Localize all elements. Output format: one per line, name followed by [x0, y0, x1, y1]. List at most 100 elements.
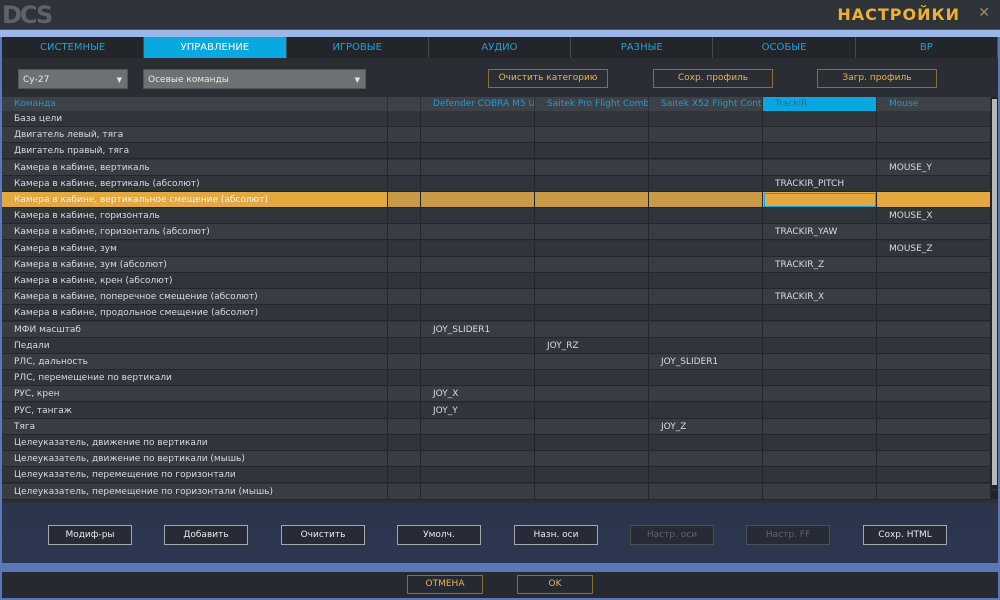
binding-cell[interactable] [421, 451, 535, 468]
table-row[interactable]: Камера в кабине, зум (абсолют) TRACKIR_Z [2, 256, 991, 273]
binding-cell[interactable] [421, 273, 535, 289]
table-row[interactable]: База цели [2, 111, 991, 127]
column-header[interactable]: Mouse [877, 97, 991, 111]
binding-cell[interactable] [877, 402, 991, 419]
binding-cell[interactable] [388, 111, 421, 127]
table-row[interactable]: РУС, тангаж JOY_Y [2, 402, 991, 419]
binding-cell[interactable] [535, 256, 649, 273]
action-button-1[interactable]: Добавить [164, 525, 248, 545]
binding-cell[interactable] [388, 127, 421, 144]
binding-cell[interactable] [877, 175, 991, 192]
binding-cell[interactable] [388, 337, 421, 354]
table-row[interactable]: Педали JOY_RZ [2, 337, 991, 354]
binding-cell[interactable] [421, 143, 535, 160]
binding-cell[interactable] [535, 208, 649, 225]
binding-cell[interactable] [877, 143, 991, 160]
binding-cell[interactable] [388, 192, 421, 208]
binding-cell[interactable] [649, 305, 763, 322]
clear-category-button[interactable]: Очистить категорию [488, 69, 608, 88]
binding-cell[interactable] [421, 337, 535, 354]
binding-cell[interactable]: JOY_SLIDER1 [421, 321, 535, 338]
binding-cell[interactable] [535, 386, 649, 403]
binding-cell[interactable] [649, 240, 763, 257]
binding-cell[interactable] [763, 370, 877, 387]
binding-cell[interactable]: MOUSE_Y [877, 159, 991, 176]
binding-cell[interactable] [388, 240, 421, 257]
binding-cell[interactable] [763, 143, 877, 160]
binding-cell[interactable] [649, 143, 763, 160]
action-button-0[interactable]: Модиф-ры [48, 525, 132, 545]
table-row[interactable]: Камера в кабине, поперечное смещение (аб… [2, 289, 991, 306]
binding-cell[interactable] [763, 273, 877, 289]
load-profile-button[interactable]: Загр. профиль [817, 69, 937, 88]
binding-cell[interactable] [535, 111, 649, 127]
table-row[interactable]: Целеуказатель, перемещение по горизонтал… [2, 467, 991, 484]
binding-cell[interactable] [535, 418, 649, 435]
binding-cell[interactable] [388, 402, 421, 419]
table-row[interactable]: МФИ масштаб JOY_SLIDER1 [2, 321, 991, 338]
column-header[interactable]: Defender COBRA M5 USB [421, 97, 535, 111]
tab-0[interactable]: СИСТЕМНЫЕ [2, 37, 145, 58]
binding-cell[interactable] [535, 143, 649, 160]
binding-cell[interactable] [388, 418, 421, 435]
binding-cell[interactable] [421, 159, 535, 176]
table-row[interactable]: Целеуказатель, перемещение по горизонтал… [2, 483, 991, 500]
binding-cell[interactable] [421, 289, 535, 306]
binding-cell[interactable]: TRACKIR_YAW [763, 224, 877, 241]
binding-cell[interactable] [388, 273, 421, 289]
table-row[interactable]: Целеуказатель, движение по вертикали [2, 435, 991, 451]
action-button-2[interactable]: Очистить [281, 525, 365, 545]
binding-cell[interactable]: JOY_SLIDER1 [649, 354, 763, 370]
action-button-6[interactable]: Настр. FF [746, 525, 830, 545]
tab-5[interactable]: ОСОБЫЕ [713, 37, 856, 58]
binding-cell[interactable] [877, 289, 991, 306]
table-row[interactable]: Камера в кабине, крен (абсолют) [2, 273, 991, 289]
binding-cell[interactable] [535, 305, 649, 322]
binding-cell[interactable] [649, 273, 763, 289]
binding-cell[interactable] [388, 370, 421, 387]
aircraft-select[interactable]: Су-27 ▼ [18, 69, 128, 89]
binding-cell[interactable] [877, 127, 991, 144]
scroll-thumb[interactable] [992, 99, 997, 485]
binding-cell[interactable] [877, 418, 991, 435]
binding-cell[interactable] [763, 402, 877, 419]
tab-4[interactable]: РАЗНЫЕ [571, 37, 714, 58]
binding-cell[interactable] [388, 305, 421, 322]
binding-cell[interactable] [535, 192, 649, 208]
binding-cell[interactable] [877, 224, 991, 241]
vertical-scrollbar[interactable] [991, 97, 998, 489]
table-row[interactable]: Целеуказатель, движение по вертикали (мы… [2, 451, 991, 468]
binding-cell[interactable] [388, 256, 421, 273]
binding-cell[interactable] [649, 289, 763, 306]
binding-cell[interactable] [763, 386, 877, 403]
column-header[interactable]: Saitek Pro Flight Combat [535, 97, 649, 111]
binding-cell[interactable] [877, 467, 991, 484]
binding-cell[interactable] [649, 402, 763, 419]
binding-cell[interactable] [388, 386, 421, 403]
column-header[interactable] [388, 97, 421, 111]
table-row[interactable]: Камера в кабине, горизонталь (абсолют) TR… [2, 224, 991, 241]
column-header[interactable]: Saitek X52 Flight Control [649, 97, 763, 111]
binding-cell[interactable] [649, 451, 763, 468]
binding-cell[interactable] [649, 159, 763, 176]
ok-button[interactable]: OK [517, 575, 593, 594]
binding-cell[interactable] [649, 370, 763, 387]
binding-cell[interactable]: JOY_X [421, 386, 535, 403]
binding-cell[interactable] [388, 451, 421, 468]
tab-2[interactable]: ИГРОВЫЕ [286, 37, 429, 58]
cancel-button[interactable]: ОТМЕНА [407, 575, 483, 594]
binding-cell[interactable] [388, 175, 421, 192]
binding-cell[interactable] [763, 192, 877, 208]
binding-cell[interactable] [649, 256, 763, 273]
binding-cell[interactable] [421, 435, 535, 451]
table-row[interactable]: РЛС, перемещение по вертикали [2, 370, 991, 387]
binding-cell[interactable]: TRACKIR_Z [763, 256, 877, 273]
close-icon[interactable]: ✕ [978, 5, 990, 21]
binding-cell[interactable] [877, 321, 991, 338]
binding-cell[interactable] [877, 354, 991, 370]
binding-cell[interactable] [877, 435, 991, 451]
table-row[interactable]: Двигатель правый, тяга [2, 143, 991, 160]
column-header[interactable]: TrackIR [763, 97, 877, 111]
binding-cell[interactable] [421, 208, 535, 225]
binding-cell[interactable] [877, 305, 991, 322]
